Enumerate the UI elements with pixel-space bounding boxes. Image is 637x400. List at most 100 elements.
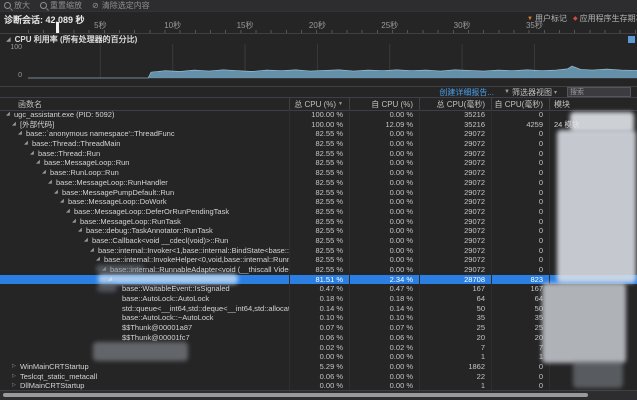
cell-total_pct: 82.55 % <box>290 168 350 178</box>
header-function-name[interactable]: 函数名 <box>0 98 290 110</box>
expanded-arrow-icon[interactable]: ◢ <box>96 255 104 265</box>
function-name: base::Callback<void __cdecl(void)>::Run <box>92 236 228 245</box>
expanded-arrow-icon[interactable]: ◢ <box>72 217 80 227</box>
expanded-arrow-icon[interactable]: ◢ <box>24 139 32 149</box>
table-header-row: 函数名 总 CPU (%) ▼ 自 CPU (%) 总 CPU(毫秒) 自 CP… <box>0 97 637 111</box>
ruler-tick-label: 5秒 <box>94 20 106 31</box>
table-row-selected[interactable]: ◢81.51 %2.34 %28708823 <box>0 275 637 285</box>
function-name: base::MessagePumpDefault::Run <box>62 188 174 197</box>
expanded-arrow-icon[interactable]: ◢ <box>42 168 50 178</box>
cell-self_pct: 0.00 % <box>350 149 420 159</box>
ruler-tick-label: 35秒 <box>526 20 543 31</box>
cell-self_ms: 0 <box>492 139 550 149</box>
y-axis-max-label: 100 <box>2 44 22 51</box>
horizontal-scrollbar[interactable] <box>0 390 637 400</box>
redaction-blur <box>98 274 238 284</box>
table-row[interactable]: ◢ugc_assistant.exe (PID: 5092)100.00 %0.… <box>0 110 637 120</box>
table-row[interactable]: ◢base::internal::InvokeHelper<0,void,bas… <box>0 255 637 265</box>
table-row[interactable]: ◢base::Callback<void __cdecl(void)>::Run… <box>0 236 637 246</box>
expanded-arrow-icon[interactable]: ◢ <box>60 197 68 207</box>
function-name: base::Thread::ThreadMain <box>32 139 120 148</box>
table-row[interactable]: ◢base::MessageLoop::Run82.55 %0.00 %2907… <box>0 158 637 168</box>
redaction-blur <box>93 342 188 361</box>
table-row[interactable]: ◢base::internal::Invoker<1,base::interna… <box>0 246 637 256</box>
horizontal-scrollbar-thumb[interactable] <box>3 393 588 397</box>
cell-self_pct: 0.00 % <box>350 265 420 275</box>
function-name: base::internal::InvokeHelper<0,void,base… <box>104 255 290 264</box>
cell-total_pct: 82.55 % <box>290 178 350 188</box>
function-name: DllMainCRTStartup <box>20 381 84 390</box>
collapsed-arrow-icon[interactable]: ▷ <box>12 362 20 372</box>
cell-self_ms: 823 <box>492 275 550 285</box>
cpu-area-chart-svg <box>0 44 637 80</box>
header-total-cpu-pct[interactable]: 总 CPU (%) ▼ <box>290 98 350 110</box>
cell-total_ms: 29072 <box>420 207 492 217</box>
expanded-arrow-icon[interactable]: ◢ <box>54 188 62 198</box>
function-name: base::`anonymous namespace'::ThreadFunc <box>26 129 175 138</box>
table-row[interactable]: ◢base::`anonymous namespace'::ThreadFunc… <box>0 129 637 139</box>
table-row[interactable]: ◢base::MessagePumpDefault::Run82.55 %0.0… <box>0 188 637 198</box>
table-row[interactable]: ▷Teslcqt_static_metacall0.06 %0.00 %220 <box>0 372 637 382</box>
create-detailed-report-link[interactable]: 创建详细报告... <box>439 87 494 98</box>
cpu-utilization-chart[interactable]: 100 0 <box>0 44 637 80</box>
table-row[interactable]: ◢base::MessageLoop::RunTask82.55 %0.00 %… <box>0 217 637 227</box>
cell-total_ms: 29072 <box>420 139 492 149</box>
table-row[interactable]: ◢base::debug::TaskAnnotator::RunTask82.5… <box>0 226 637 236</box>
zoom-in-icon <box>4 2 11 9</box>
redaction-blur <box>97 284 117 292</box>
table-row[interactable]: ◢base::MessageLoop::DeferOrRunPendingTas… <box>0 207 637 217</box>
header-module[interactable]: 模块 <box>550 98 637 110</box>
expanded-arrow-icon[interactable]: ◢ <box>36 158 44 168</box>
cell-total_pct: 82.55 % <box>290 197 350 207</box>
table-row[interactable]: ◢[外部代码]100.00 %12.09 %35216425924 模块 <box>0 120 637 130</box>
header-self-cpu-ms[interactable]: 自 CPU(毫秒) <box>492 98 550 110</box>
report-filter-bar: 创建详细报告... ▼ 筛选器视图 ▾ <box>0 86 637 97</box>
cell-self_ms: 0 <box>492 188 550 198</box>
header-self-cpu-pct[interactable]: 自 CPU (%) <box>350 98 420 110</box>
cell-self_pct: 0.14 % <box>350 304 420 314</box>
reset-zoom-button[interactable]: 重置缩放 <box>40 0 82 11</box>
cell-self_pct: 0.00 % <box>350 207 420 217</box>
expanded-arrow-icon[interactable]: ◢ <box>78 226 86 236</box>
collapsed-arrow-icon[interactable]: ▷ <box>12 372 20 382</box>
expanded-arrow-icon[interactable]: ◢ <box>84 236 92 246</box>
expanded-arrow-icon[interactable]: ◢ <box>66 207 74 217</box>
cell-total_ms: 22 <box>420 372 492 382</box>
y-axis-min-label: 0 <box>2 72 22 79</box>
cell-total_pct: 82.55 % <box>290 255 350 265</box>
table-row[interactable]: ◢base::MessageLoop::RunHandler82.55 %0.0… <box>0 178 637 188</box>
expanded-arrow-icon[interactable]: ◢ <box>30 149 38 159</box>
expanded-arrow-icon[interactable]: ◢ <box>90 246 98 256</box>
cell-total_ms: 29072 <box>420 178 492 188</box>
function-name: ugc_assistant.exe (PID: 5092) <box>14 110 114 119</box>
table-row[interactable]: ▷WinMainCRTStartup5.29 %0.00 %18620 <box>0 362 637 372</box>
cell-total_ms: 29072 <box>420 158 492 168</box>
cell-self_ms: 0 <box>492 362 550 372</box>
cell-self_pct: 0.10 % <box>350 313 420 323</box>
table-row[interactable]: ◢base::MessageLoop::DoWork82.55 %0.00 %2… <box>0 197 637 207</box>
cell-total_ms: 29072 <box>420 149 492 159</box>
expanded-arrow-icon[interactable]: ◢ <box>48 178 56 188</box>
cell-total_pct: 82.55 % <box>290 236 350 246</box>
cell-total_pct: 0.02 % <box>290 343 350 353</box>
filter-view-dropdown[interactable]: ▼ 筛选器视图 ▾ <box>504 87 557 98</box>
redaction-blur <box>557 130 636 283</box>
zoom-in-button[interactable]: 放大 <box>4 0 30 11</box>
cell-self_pct: 0.00 % <box>350 362 420 372</box>
cell-self_ms: 0 <box>492 158 550 168</box>
search-input[interactable] <box>567 87 631 97</box>
expanded-arrow-icon[interactable]: ◢ <box>12 120 20 130</box>
table-row[interactable]: ◢base::Thread::Run82.55 %0.00 %290720 <box>0 149 637 159</box>
header-total-cpu-ms[interactable]: 总 CPU(毫秒) <box>420 98 492 110</box>
cell-self_ms: 0 <box>492 226 550 236</box>
clear-selection-icon: ⊘ <box>92 3 99 9</box>
expanded-arrow-icon[interactable]: ◢ <box>18 129 26 139</box>
table-row[interactable]: ◢base::Thread::ThreadMain82.55 %0.00 %29… <box>0 139 637 149</box>
cell-self_ms: 0 <box>492 255 550 265</box>
expanded-arrow-icon[interactable]: ◢ <box>6 110 14 120</box>
cell-total_ms: 1862 <box>420 362 492 372</box>
clear-selection-button[interactable]: ⊘ 清除选定内容 <box>92 0 150 11</box>
table-row[interactable]: ◢base::RunLoop::Run82.55 %0.00 %290720 <box>0 168 637 178</box>
collapse-caret-icon[interactable]: ◢ <box>6 36 11 43</box>
cell-total_pct: 0.07 % <box>290 323 350 333</box>
